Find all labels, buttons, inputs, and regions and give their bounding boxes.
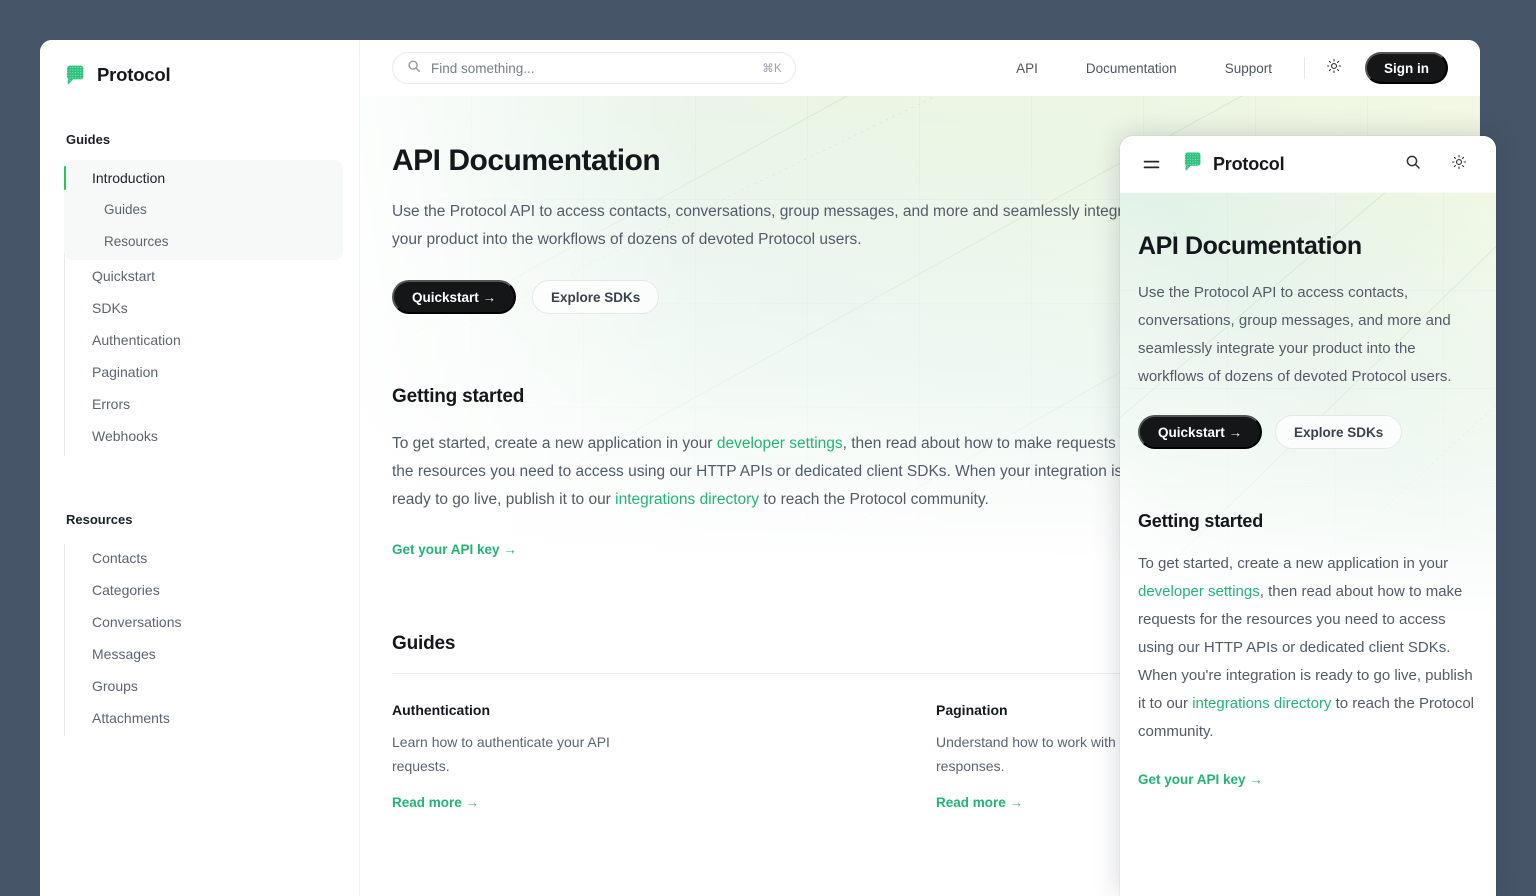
top-nav-link-documentation[interactable]: Documentation	[1062, 61, 1201, 76]
sidebar-item-groups[interactable]: Groups	[64, 670, 335, 702]
sidebar-item-conversations[interactable]: Conversations	[64, 606, 335, 638]
search-icon	[407, 59, 421, 78]
screen: Protocol Guides Introduction Guides Reso…	[0, 0, 1536, 896]
mobile-content: API Documentation Use the Protocol API t…	[1120, 193, 1496, 789]
sidebar-item-guides[interactable]: Guides	[64, 194, 335, 226]
sidebar-item-errors[interactable]: Errors	[64, 388, 335, 420]
sidebar-section-heading: Guides	[64, 132, 335, 147]
gs-text-3: to reach the Protocol community.	[759, 491, 989, 508]
mobile-hero-button-row: Quickstart → Explore SDKs	[1138, 415, 1478, 449]
mobile-theme-toggle-button[interactable]	[1444, 149, 1474, 179]
nav-divider	[1304, 57, 1305, 79]
mobile-integrations-directory-link[interactable]: integrations directory	[1192, 695, 1331, 712]
sidebar-item-webhooks[interactable]: Webhooks	[64, 420, 335, 452]
guide-card-read-more-link[interactable]: Read more →	[936, 795, 1023, 810]
mobile-explore-sdks-button[interactable]: Explore SDKs	[1275, 415, 1402, 449]
mobile-getting-started-paragraph: To get started, create a new application…	[1138, 550, 1478, 746]
protocol-speech-bubble-logo	[1182, 151, 1203, 177]
mobile-search-button[interactable]	[1398, 149, 1428, 179]
sidebar-item-messages[interactable]: Messages	[64, 638, 335, 670]
mobile-get-api-key-link[interactable]: Get your API key →	[1138, 772, 1263, 787]
mobile-developer-settings-link[interactable]: developer settings	[1138, 583, 1260, 600]
m-gs-text-1: To get started, create a new application…	[1138, 555, 1448, 572]
mobile-page-lede: Use the Protocol API to access contacts,…	[1138, 279, 1478, 391]
sidebar-item-quickstart[interactable]: Quickstart	[64, 260, 335, 292]
quickstart-button[interactable]: Quickstart →	[392, 280, 516, 314]
mobile-page-title: API Documentation	[1138, 232, 1478, 261]
explore-sdks-button[interactable]: Explore SDKs	[532, 280, 659, 314]
sidebar-nav-resources: Contacts Categories Conversations Messag…	[64, 540, 335, 740]
sidebar-section-guides: Guides Introduction Guides Resources Qui…	[64, 132, 335, 460]
gs-text-1: To get started, create a new application…	[392, 435, 717, 452]
guide-card: Authentication Learn how to authenticate…	[392, 702, 664, 812]
sidebar-item-introduction[interactable]: Introduction	[64, 162, 335, 194]
top-nav-link-api[interactable]: API	[992, 61, 1062, 76]
developer-settings-link[interactable]: developer settings	[717, 435, 843, 452]
sidebar: Protocol Guides Introduction Guides Reso…	[40, 40, 360, 896]
mobile-header-bar: Protocol	[1120, 136, 1496, 193]
guide-card-description: Learn how to authenticate your API reque…	[392, 730, 664, 778]
sidebar-item-contacts[interactable]: Contacts	[64, 542, 335, 574]
search-input[interactable]: Find something... ⌘K	[392, 52, 796, 84]
integrations-directory-link[interactable]: integrations directory	[615, 491, 759, 508]
mobile-header-actions	[1398, 149, 1474, 179]
top-nav-link-support[interactable]: Support	[1201, 61, 1296, 76]
mobile-brand-logo[interactable]: Protocol	[1182, 151, 1284, 177]
sidebar-item-pagination[interactable]: Pagination	[64, 356, 335, 388]
page-lede: Use the Protocol API to access contacts,…	[392, 198, 1152, 254]
brand-logo[interactable]: Protocol	[64, 40, 335, 96]
search-shortcut-hint: ⌘K	[762, 61, 782, 75]
top-header-bar: Find something... ⌘K API Documentation S…	[360, 40, 1480, 96]
top-nav: API Documentation Support Sign in	[992, 52, 1448, 84]
protocol-speech-bubble-logo	[64, 64, 86, 86]
guide-card-title: Authentication	[392, 702, 664, 718]
sidebar-item-attachments[interactable]: Attachments	[64, 702, 335, 734]
sidebar-item-sdks[interactable]: SDKs	[64, 292, 335, 324]
sidebar-nav-guides: Introduction Guides Resources Quickstart…	[64, 160, 335, 460]
search-icon	[1405, 154, 1421, 175]
sidebar-item-authentication[interactable]: Authentication	[64, 324, 335, 356]
hamburger-menu-icon[interactable]	[1138, 151, 1164, 177]
mobile-quickstart-button[interactable]: Quickstart →	[1138, 415, 1262, 449]
mobile-preview-panel: Protocol	[1120, 136, 1496, 896]
guide-card-read-more-link[interactable]: Read more →	[392, 795, 479, 810]
sun-icon	[1451, 154, 1467, 175]
mobile-getting-started-heading: Getting started	[1138, 511, 1478, 532]
brand-name: Protocol	[97, 64, 170, 86]
sun-icon	[1326, 58, 1342, 79]
sidebar-section-heading: Resources	[64, 512, 335, 527]
m-gs-text-2: , then read about how to make requests f…	[1138, 583, 1473, 712]
search-placeholder: Find something...	[431, 61, 752, 76]
theme-toggle-button[interactable]	[1319, 53, 1349, 83]
sign-in-button[interactable]: Sign in	[1365, 52, 1448, 84]
getting-started-paragraph: To get started, create a new application…	[392, 430, 1152, 514]
get-api-key-link[interactable]: Get your API key →	[392, 542, 517, 557]
mobile-brand-name: Protocol	[1213, 154, 1284, 175]
sidebar-section-resources: Resources Contacts Categories Conversati…	[64, 512, 335, 740]
sidebar-item-categories[interactable]: Categories	[64, 574, 335, 606]
sidebar-item-resources[interactable]: Resources	[64, 226, 335, 258]
